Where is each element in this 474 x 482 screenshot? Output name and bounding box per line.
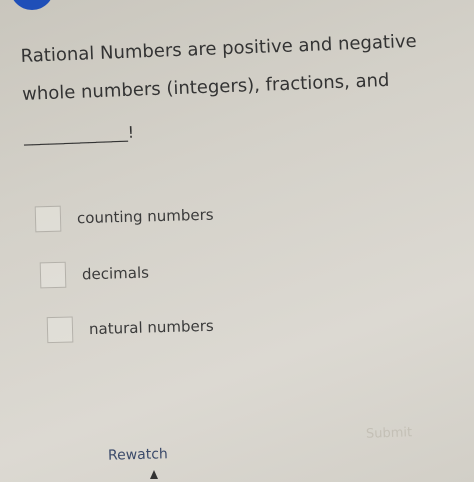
submit-button[interactable]: Submit xyxy=(366,425,413,442)
option-natural-numbers[interactable]: natural numbers xyxy=(46,313,214,344)
option-decimals[interactable]: decimals xyxy=(39,260,150,289)
checkbox[interactable] xyxy=(46,316,74,344)
option-counting-numbers[interactable]: counting numbers xyxy=(34,202,214,233)
checkbox[interactable] xyxy=(34,205,62,233)
option-label: natural numbers xyxy=(88,316,214,339)
rewatch-button[interactable]: Rewatch xyxy=(108,446,168,464)
option-label: counting numbers xyxy=(76,205,214,228)
checkbox[interactable] xyxy=(39,261,67,289)
corner-badge xyxy=(10,0,54,10)
question-prompt: Rational Numbers are positive and negati… xyxy=(20,21,454,155)
option-label: decimals xyxy=(81,263,150,284)
mouse-cursor-icon xyxy=(150,470,158,479)
